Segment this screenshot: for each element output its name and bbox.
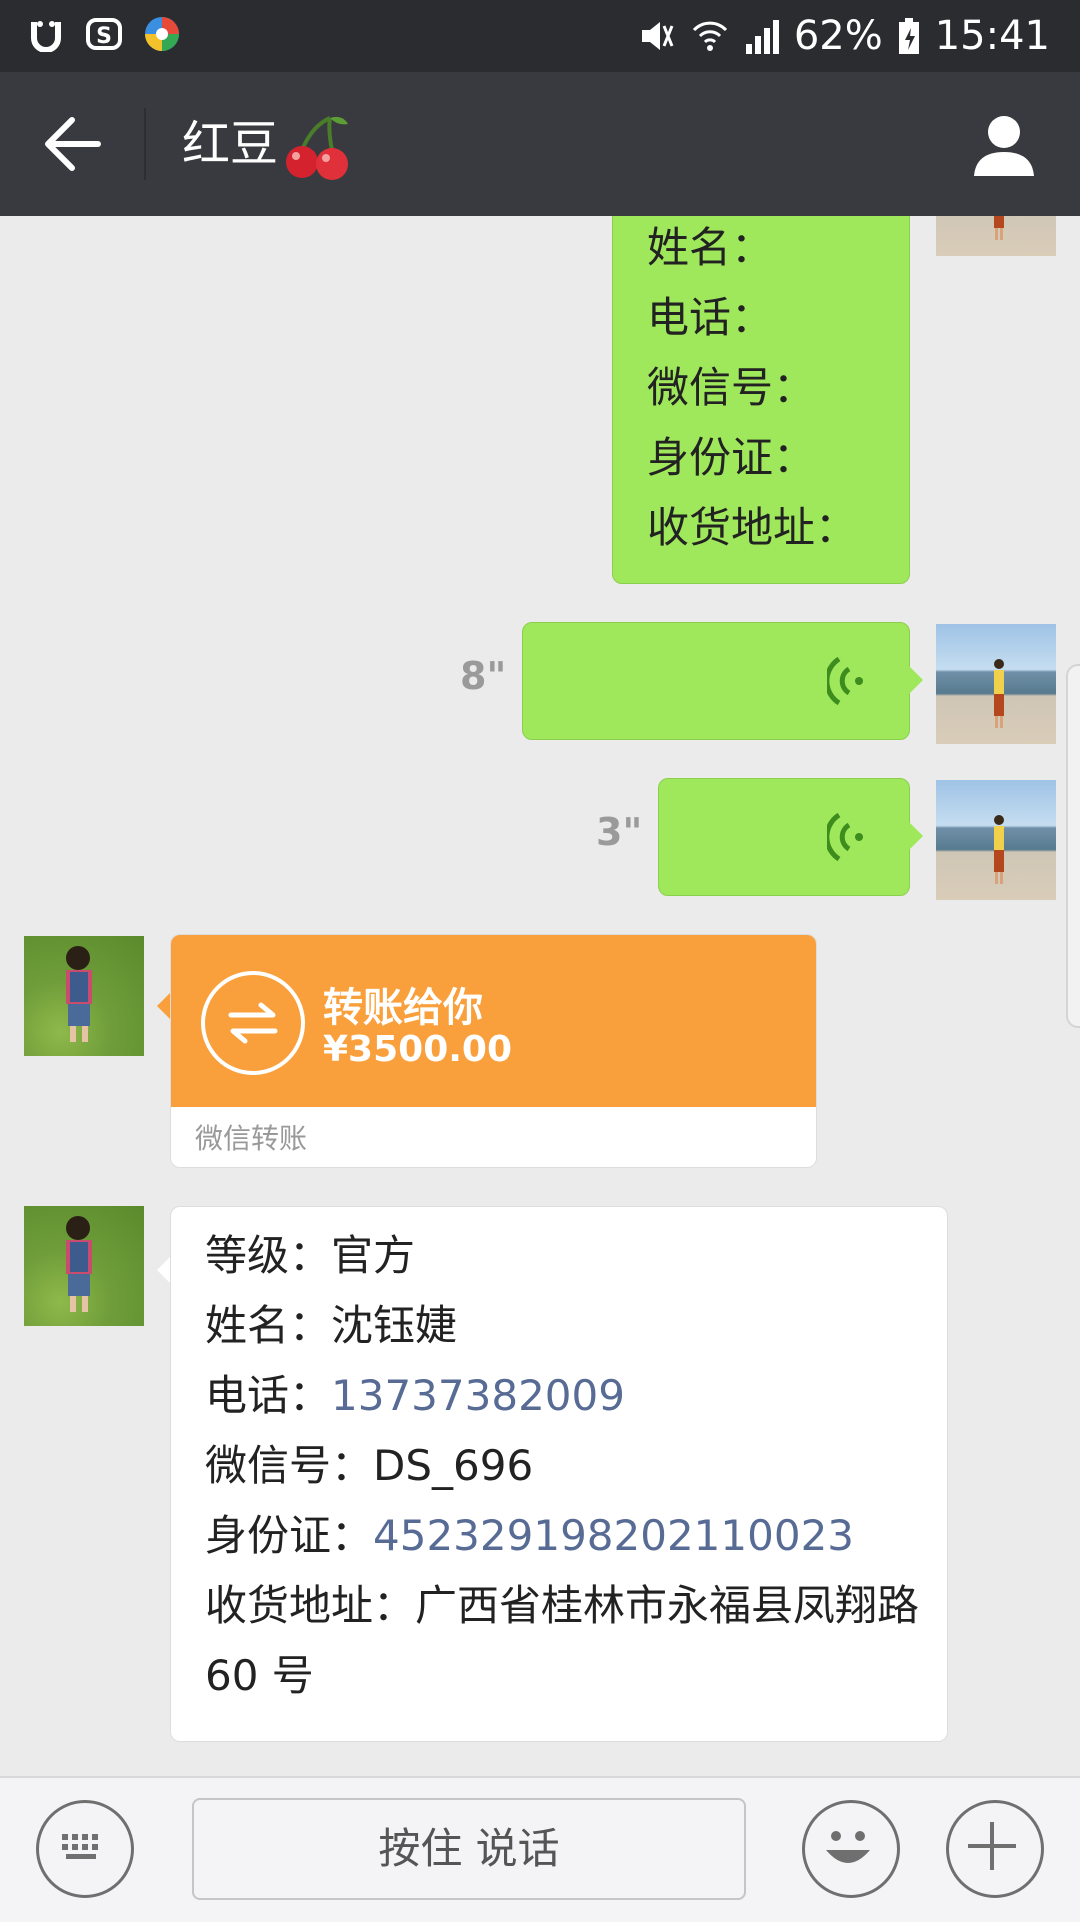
chat-info-button[interactable] [968,108,1040,180]
value: 沈钰婕 [331,1301,458,1350]
transfer-icon-circle [201,971,305,1075]
more-button[interactable] [946,1800,1044,1898]
info-id: 身份证：452329198202110023 [205,1501,925,1571]
scrollbar[interactable] [1066,664,1080,1028]
chat-area[interactable]: 姓名： 电话： 微信号： 身份证： 收货地址： 8" 3" 转账给你 ¥3500… [0,216,1080,1776]
value: 官方 [331,1231,416,1280]
info-phone: 电话：13737382009 [205,1361,925,1431]
form-line: 收货地址： [647,503,858,552]
transfer-amount: ¥3500.00 [323,1029,513,1070]
voice-wave-icon [827,812,863,862]
transfer-title: 转账给你 [323,985,483,1031]
cherry-emoji-icon [286,116,348,180]
info-text: 等级：官方 姓名：沈钰婕 电话：13737382009 微信号：DS_696 身… [205,1221,925,1711]
emoji-icon [826,1831,870,1863]
bubble-tail [909,666,923,694]
label: 收货地址： [205,1581,416,1630]
back-arrow-icon [45,117,101,171]
s-app-icon: S [84,14,124,54]
signal-icon [745,20,779,54]
battery-icon [898,18,919,54]
profile-icon [974,116,1034,176]
contact-avatar[interactable] [24,936,144,1056]
transfer-footer: 微信转账 [195,1122,308,1155]
label: 电话： [205,1371,332,1420]
label: 身份证： [205,1511,374,1560]
emoji-button[interactable] [802,1800,900,1898]
info-address: 收货地址：广西省桂林市永福县凤翔路 60 号 [205,1571,925,1711]
notification-icons: S [26,14,182,54]
status-bar: S 62% 15:41 [0,0,1080,72]
form-line: 电话： [647,293,774,342]
voice-duration: 8" [460,654,507,698]
info-level: 等级：官方 [205,1221,925,1291]
transfer-arrows-icon [228,1002,278,1044]
app-notification-icon [26,14,66,54]
voice-message-bubble[interactable] [658,778,910,896]
wifi-icon [692,21,727,51]
mute-icon [641,22,674,50]
form-template-text: 姓名： 电话： 微信号： 身份证： 收货地址： [647,216,857,563]
bubble-tail [157,992,171,1020]
form-line: 微信号： [647,363,816,412]
my-avatar[interactable] [936,216,1056,256]
transfer-card[interactable]: 转账给你 ¥3500.00 微信转账 [170,934,817,1168]
my-avatar[interactable] [936,624,1056,744]
title-bar: 红豆 [0,72,1080,216]
status-right: 62% 15:41 [636,8,1050,64]
label: 微信号： [205,1441,374,1490]
bubble-tail [909,822,923,850]
form-line: 身份证： [647,433,816,482]
keyboard-icon [62,1834,98,1859]
contact-avatar[interactable] [24,1206,144,1326]
plus-icon [968,1822,1016,1870]
label: 姓名： [205,1301,332,1350]
svg-text:S: S [96,24,112,49]
chat-title: 红豆 [182,116,279,172]
browser-icon [142,14,182,54]
voice-duration: 3" [596,810,643,854]
info-message-bubble[interactable]: 等级：官方 姓名：沈钰婕 电话：13737382009 微信号：DS_696 身… [170,1206,948,1742]
clock: 15:41 [934,13,1050,59]
my-avatar[interactable] [936,780,1056,900]
info-name: 姓名：沈钰婕 [205,1291,925,1361]
id-number-link[interactable]: 452329198202110023 [373,1511,854,1560]
battery-percent: 62% [793,13,883,59]
voice-message-bubble[interactable] [522,622,910,740]
title-divider [144,108,146,180]
voice-wave-icon [827,656,863,706]
info-wechat: 微信号：DS_696 [205,1431,925,1501]
back-button[interactable] [36,112,108,176]
bubble-tail [157,1256,171,1284]
form-line: 姓名： [647,223,774,272]
phone-link[interactable]: 13737382009 [331,1371,625,1420]
input-bar: 按住 说话 [0,1776,1080,1922]
form-template-bubble[interactable]: 姓名： 电话： 微信号： 身份证： 收货地址： [612,216,910,584]
label: 等级： [205,1231,332,1280]
value: DS_696 [373,1441,534,1490]
hold-to-talk-button[interactable]: 按住 说话 [192,1798,746,1900]
keyboard-toggle-button[interactable] [36,1800,134,1898]
transfer-card-header: 转账给你 ¥3500.00 [171,935,816,1107]
